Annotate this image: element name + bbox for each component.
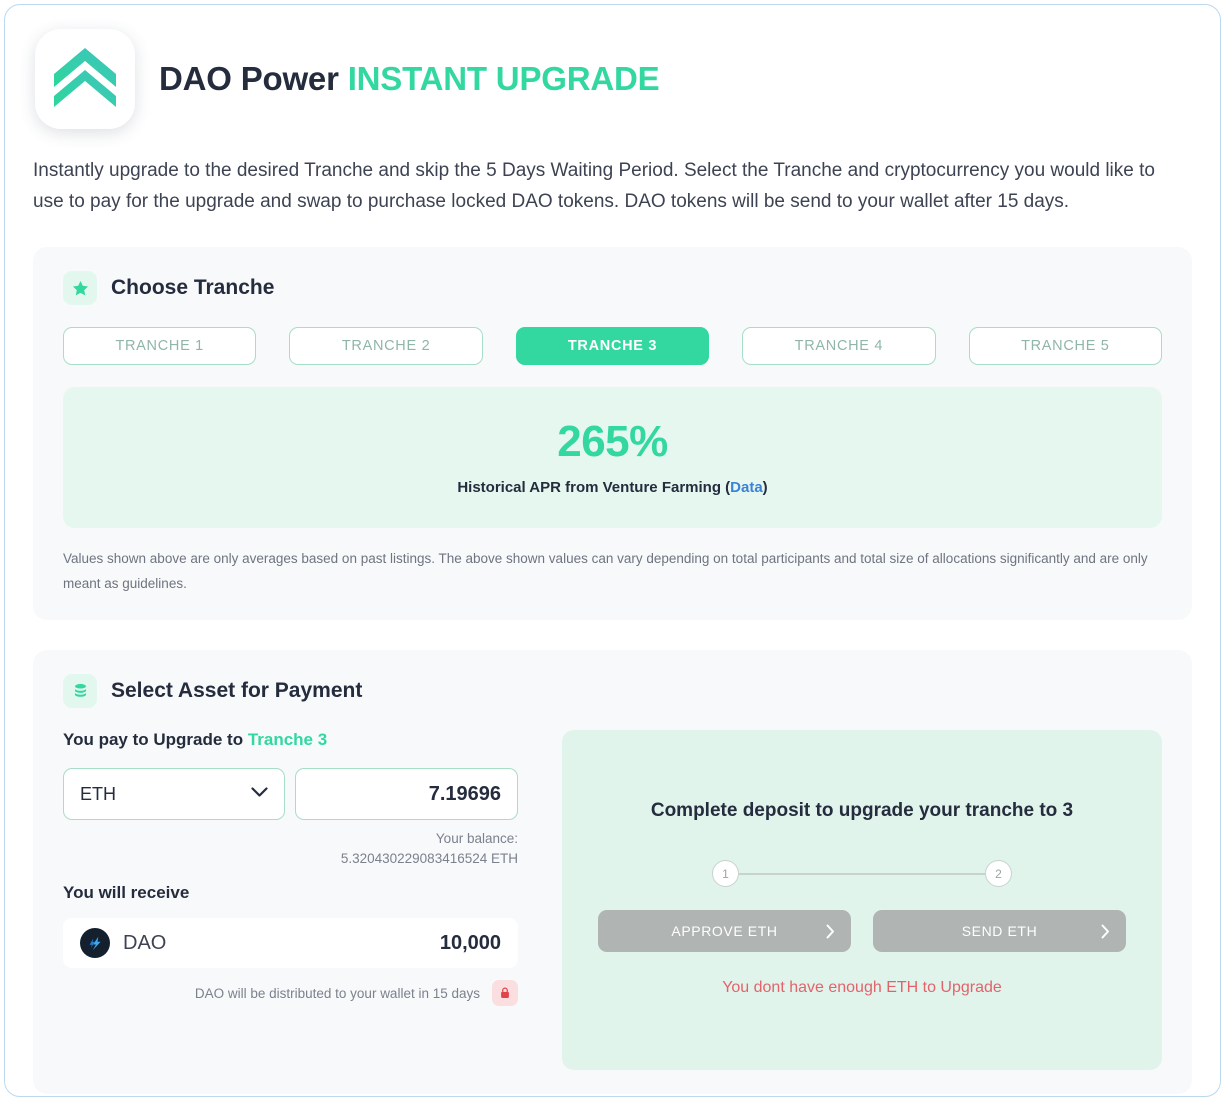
tranche-option-3[interactable]: TRANCHE 3 — [515, 327, 710, 365]
choose-tranche-card: Choose Tranche TRANCHE 1 TRANCHE 2 TRANC… — [33, 247, 1192, 620]
pay-label-tranche: Tranche 3 — [247, 730, 328, 749]
tranche-option-4[interactable]: TRANCHE 4 — [742, 327, 936, 365]
step-connector — [739, 872, 985, 875]
apr-value: 265% — [557, 417, 668, 466]
approve-eth-button[interactable]: APPROVE ETH — [598, 910, 851, 952]
coin-stack-icon — [63, 674, 97, 708]
send-eth-button[interactable]: SEND ETH — [873, 910, 1126, 952]
pay-to-upgrade-label: You pay to Upgrade to Tranche 3 — [63, 730, 518, 750]
page-title: DAO Power INSTANT UPGRADE — [159, 60, 660, 98]
tranche-options: TRANCHE 1 TRANCHE 2 TRANCHE 3 TRANCHE 4 … — [49, 327, 1176, 365]
balance-label: Your balance: — [435, 831, 518, 846]
balance-value: 5.320430229083416524 ETH — [340, 851, 518, 866]
apr-label-text: Historical APR from Venture Farming ( — [457, 479, 731, 496]
page-frame: DAO Power INSTANT UPGRADE Instantly upgr… — [4, 4, 1221, 1097]
deposit-panel: Complete deposit to upgrade your tranche… — [562, 730, 1162, 1070]
send-eth-label: SEND ETH — [961, 923, 1038, 939]
step-indicator-1: 1 — [712, 860, 739, 887]
title-primary: DAO Power — [159, 60, 339, 97]
choose-tranche-header: Choose Tranche — [49, 267, 1176, 305]
step-indicator-2: 2 — [985, 860, 1012, 887]
deposit-title: Complete deposit to upgrade your tranche… — [650, 800, 1074, 821]
token-name: DAO — [123, 931, 167, 954]
approve-eth-label: APPROVE ETH — [671, 923, 778, 939]
select-asset-header: Select Asset for Payment — [49, 670, 1176, 708]
title-accent: INSTANT UPGRADE — [347, 60, 660, 97]
apr-disclaimer: Values shown above are only averages bas… — [63, 551, 1148, 591]
dao-token-icon — [80, 928, 110, 958]
chevron-right-icon — [1101, 924, 1110, 939]
insufficient-balance-error: You dont have enough ETH to Upgrade — [722, 979, 1002, 996]
tranche-option-2[interactable]: TRANCHE 2 — [289, 327, 483, 365]
chevron-down-icon — [251, 785, 268, 803]
apr-data-link[interactable]: Data — [730, 479, 763, 496]
apr-box: 265% Historical APR from Venture Farming… — [63, 387, 1162, 528]
distribution-text: DAO will be distributed to your wallet i… — [194, 985, 480, 1001]
chevron-right-icon — [826, 924, 835, 939]
apr-label: Historical APR from Venture Farming (Dat… — [83, 479, 1142, 496]
distribution-note: DAO will be distributed to your wallet i… — [63, 980, 518, 1006]
pay-label-text: You pay to Upgrade to — [63, 730, 248, 749]
tranche-option-1[interactable]: TRANCHE 1 — [63, 327, 257, 365]
you-will-receive-label: You will receive — [63, 883, 190, 902]
double-chevron-up-icon — [52, 46, 118, 113]
token-amount: 10,000 — [439, 931, 501, 954]
apr-label-close: ) — [762, 479, 768, 496]
select-asset-card: Select Asset for Payment You pay to Upgr… — [33, 650, 1192, 1094]
select-asset-title: Select Asset for Payment — [111, 679, 363, 702]
choose-tranche-title: Choose Tranche — [111, 276, 275, 299]
deposit-stepper: 1 2 — [712, 860, 1012, 887]
tranche-option-5[interactable]: TRANCHE 5 — [968, 327, 1163, 365]
asset-select[interactable]: ETH — [63, 768, 285, 820]
star-icon — [63, 271, 97, 305]
payment-form: You pay to Upgrade to Tranche 3 ETH 7.19… — [63, 730, 518, 1070]
asset-select-value: ETH — [80, 783, 116, 804]
app-header: DAO Power INSTANT UPGRADE — [33, 29, 1192, 129]
wallet-balance: Your balance: 5.320430229083416524 ETH — [63, 829, 518, 869]
app-logo — [35, 29, 135, 129]
receive-token-row: DAO 10,000 — [63, 918, 518, 968]
lock-icon — [492, 980, 518, 1006]
amount-input[interactable]: 7.19696 — [295, 768, 518, 820]
page-description: Instantly upgrade to the desired Tranche… — [33, 160, 1155, 212]
